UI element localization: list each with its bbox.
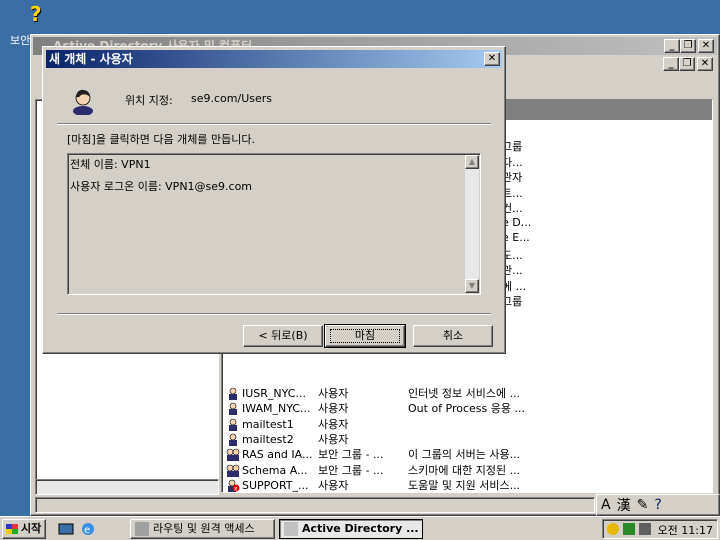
list-item[interactable]: IUSR_NYC... 사용자 인터넷 정보 서비스에 ... bbox=[222, 386, 522, 401]
system-tray: 오전 11:17 bbox=[602, 519, 718, 539]
list-item[interactable]: RAS and IA... 보안 그룹 - ... 이 그룹의 서버는 사용... bbox=[222, 447, 522, 462]
item-name: IUSR_NYC... bbox=[242, 387, 306, 400]
item-type: 사용자 bbox=[318, 402, 349, 416]
item-name: mailtest1 bbox=[242, 417, 294, 431]
desktop-icon-label: 보안 bbox=[10, 34, 31, 47]
task-routing-remote-access[interactable]: 라우팅 및 원격 액세스 bbox=[130, 519, 275, 539]
ime-toolbar[interactable]: A 漢 ✎ ? bbox=[596, 494, 720, 516]
item-description: 도움말 및 지원 서비스... bbox=[408, 478, 521, 492]
start-button[interactable]: 시작 bbox=[2, 519, 46, 539]
summary-full-name: 전체 이름: VPN1 bbox=[70, 158, 151, 171]
child-close-button[interactable]: ✕ bbox=[697, 57, 713, 71]
scroll-down-icon[interactable]: ▼ bbox=[465, 279, 479, 293]
summary-logon-name: 사용자 로그온 이름: VPN1@se9.com bbox=[70, 180, 253, 193]
windows-logo-icon bbox=[6, 524, 18, 534]
disabled-user-icon: x bbox=[226, 479, 240, 492]
help-icon: ? bbox=[30, 2, 42, 26]
volume-icon[interactable] bbox=[639, 523, 651, 535]
task-label: Active Directory ... bbox=[302, 522, 419, 535]
cancel-button[interactable]: 취소 bbox=[413, 325, 493, 347]
show-desktop-icon[interactable] bbox=[58, 521, 74, 537]
location-value: se9.com/Users bbox=[191, 92, 272, 105]
ime-tool-icon[interactable]: ✎ bbox=[637, 497, 649, 513]
routing-icon bbox=[135, 522, 149, 536]
item-type: 사용자 bbox=[318, 387, 349, 400]
restore-button[interactable]: ❐ bbox=[680, 39, 696, 53]
close-button[interactable]: ✕ bbox=[698, 39, 714, 53]
finish-button[interactable]: 마침 bbox=[324, 324, 406, 348]
svg-text:e: e bbox=[84, 525, 90, 536]
item-type: 사용자 bbox=[318, 478, 349, 492]
item-name: RAS and IA... bbox=[242, 448, 313, 462]
separator-top bbox=[57, 123, 491, 125]
instruction-text: [마침]을 클릭하면 다음 개체를 만듭니다. bbox=[67, 133, 255, 146]
minimize-button[interactable]: _ bbox=[664, 39, 680, 53]
taskbar: 시작 e 라우팅 및 원격 액세스 Active Directory ... 오… bbox=[0, 516, 720, 540]
dialog-title: 새 개체 - 사용자 bbox=[49, 52, 133, 66]
item-type: 보안 그룹 - ... bbox=[318, 448, 384, 462]
tree-horizontal-scrollbar[interactable] bbox=[35, 479, 219, 495]
separator-bottom bbox=[57, 313, 491, 315]
network-icon[interactable] bbox=[623, 523, 635, 535]
scroll-up-icon[interactable]: ▲ bbox=[465, 155, 479, 169]
task-active-directory[interactable]: Active Directory ... bbox=[279, 519, 423, 539]
active-directory-icon bbox=[284, 522, 298, 536]
location-label: 위치 지정: bbox=[125, 94, 173, 107]
item-name: mailtest2 bbox=[242, 432, 294, 446]
list-fragment: e E... bbox=[502, 231, 530, 244]
list-item[interactable]: Schema A... 보안 그룹 - ... 스키마에 대한 지정된 ... bbox=[222, 463, 522, 478]
summary-box[interactable]: 전체 이름: VPN1 사용자 로그온 이름: VPN1@se9.com ▲ ▼ bbox=[67, 153, 481, 295]
item-description: Out of Process 응용 ... bbox=[408, 402, 525, 416]
svg-text:x: x bbox=[234, 485, 238, 492]
item-type: 사용자 bbox=[318, 417, 349, 431]
item-name: Schema A... bbox=[242, 463, 308, 477]
list-item[interactable]: mailtest1 사용자 bbox=[222, 417, 522, 432]
item-type: 사용자 bbox=[318, 432, 349, 446]
dialog-close-button[interactable]: ✕ bbox=[484, 52, 500, 66]
item-description: 스키마에 대한 지정된 ... bbox=[408, 463, 521, 477]
security-shield-icon[interactable] bbox=[607, 523, 619, 535]
dialog-titlebar[interactable]: 새 개체 - 사용자 ✕ bbox=[46, 50, 502, 68]
group-icon bbox=[226, 448, 240, 462]
internet-explorer-icon[interactable]: e bbox=[80, 521, 96, 537]
task-label: 라우팅 및 원격 액세스 bbox=[153, 522, 255, 535]
start-label: 시작 bbox=[21, 522, 42, 535]
focus-rect bbox=[330, 329, 400, 343]
clock[interactable]: 오전 11:17 bbox=[658, 522, 713, 538]
user-icon bbox=[226, 418, 240, 431]
group-icon bbox=[226, 464, 240, 477]
list-fragment: e D... bbox=[502, 215, 532, 229]
item-type: 보안 그룹 - ... bbox=[318, 463, 384, 477]
summary-vertical-scrollbar[interactable]: ▲ ▼ bbox=[465, 155, 479, 293]
list-item[interactable]: IWAM_NYC... 사용자 Out of Process 응용 ... bbox=[222, 401, 525, 416]
list-item[interactable]: mailtest2 사용자 bbox=[222, 432, 522, 447]
list-item[interactable]: x SUPPORT_... 사용자 도움말 및 지원 서비스... bbox=[222, 478, 522, 492]
new-object-user-dialog: 새 개체 - 사용자 ✕ 위치 지정: se9.com/Users [마침]을 … bbox=[42, 46, 506, 354]
item-description: 이 그룹의 서버는 사용... bbox=[408, 448, 521, 462]
user-icon bbox=[226, 387, 240, 400]
user-icon bbox=[73, 89, 93, 115]
ime-english-mode[interactable]: A bbox=[601, 497, 611, 513]
back-button[interactable]: < 뒤로(B) bbox=[243, 325, 323, 347]
item-description: 인터넷 정보 서비스에 ... bbox=[408, 387, 521, 400]
user-icon bbox=[226, 402, 240, 416]
item-name: IWAM_NYC... bbox=[242, 402, 311, 416]
child-restore-button[interactable]: ❐ bbox=[679, 57, 695, 71]
item-name: SUPPORT_... bbox=[242, 478, 309, 492]
status-cell bbox=[35, 497, 595, 513]
ime-help-icon[interactable]: ? bbox=[654, 497, 661, 513]
child-minimize-button[interactable]: _ bbox=[663, 57, 679, 71]
ime-hanja-mode[interactable]: 漢 bbox=[617, 495, 631, 515]
user-icon bbox=[226, 433, 240, 446]
